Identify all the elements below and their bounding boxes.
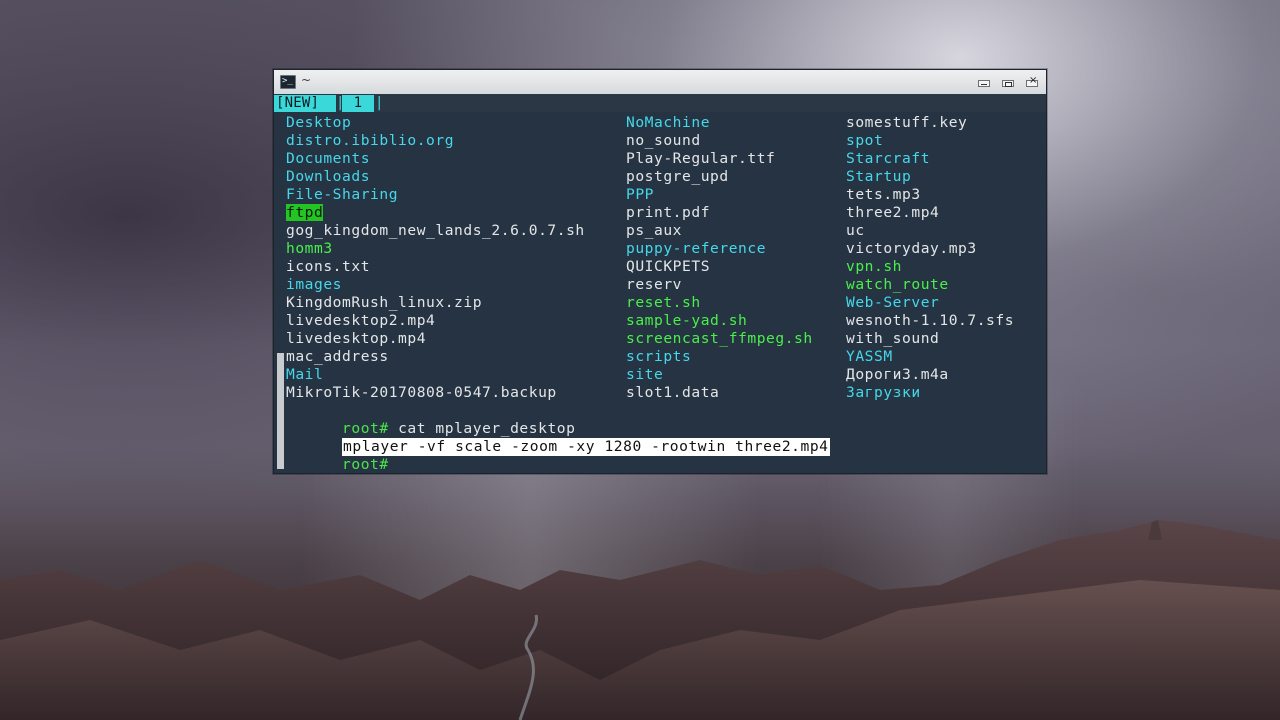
listing-entry: File-Sharing <box>286 186 399 203</box>
listing-entry: slot1.data <box>626 384 720 401</box>
listing-column-3: somestuff.key spot Starcraft Startup tets.mp… <box>846 114 1014 402</box>
listing-entry: Web-Server <box>846 294 940 311</box>
listing-entry: somestuff.key <box>846 114 968 131</box>
listing-entry: victoryday.mp3 <box>846 240 977 257</box>
listing-entry: Play-Regular.ttf <box>626 150 776 167</box>
tab-new[interactable]: [NEW] <box>274 95 336 112</box>
listing-entry: ps_aux <box>626 222 683 239</box>
listing-entry: with_sound <box>846 330 940 347</box>
listing-entry: Downloads <box>286 168 371 185</box>
listing-column-1: Desktop distro.ibiblio.org Documents Downlo… <box>286 114 585 402</box>
selected-output-text[interactable]: mplayer -vf scale -zoom -xy 1280 -rootwi… <box>342 438 830 456</box>
terminal-icon: >_ <box>280 75 296 89</box>
terminal-window[interactable]: >_ ~ [NEW] | 1 | Desktopdistro.ibiblio.o… <box>273 69 1047 474</box>
listing-entry: PPP <box>626 186 655 203</box>
listing-entry: sample-yad.sh <box>626 312 748 329</box>
listing-entry: ftpd <box>286 204 324 221</box>
shell-prompt-active: root# <box>342 456 389 473</box>
listing-entry: Starcraft <box>846 150 931 167</box>
listing-entry: livedesktop.mp4 <box>286 330 427 347</box>
listing-entry: livedesktop2.mp4 <box>286 312 436 329</box>
listing-entry: scripts <box>626 348 692 365</box>
listing-entry: puppy-reference <box>626 240 767 257</box>
listing-entry: Загрузки <box>846 384 921 401</box>
listing-entry: homm3 <box>286 240 333 257</box>
listing-entry: watch_route <box>846 276 949 293</box>
listing-entry: Documents <box>286 150 371 167</box>
listing-entry: uc <box>846 222 865 239</box>
listing-entry: NoMachine <box>626 114 711 131</box>
window-titlebar[interactable]: >_ ~ <box>274 70 1046 95</box>
listing-entry: images <box>286 276 343 293</box>
active-prompt-line[interactable]: root# <box>286 438 408 473</box>
tab-separator: | <box>375 95 384 111</box>
text-cursor <box>398 456 408 472</box>
listing-entry: KingdomRush_linux.zip <box>286 294 483 311</box>
listing-entry: vpn.sh <box>846 258 903 275</box>
listing-entry: distro.ibiblio.org <box>286 132 455 149</box>
listing-entry: gog_kingdom_new_lands_2.6.0.7.sh <box>286 222 585 239</box>
terminal-scrollbar[interactable] <box>277 353 284 469</box>
listing-column-2: NoMachine no_sound Play-Regular.ttf postgre… <box>626 114 813 402</box>
listing-entry: three2.mp4 <box>846 204 940 221</box>
tab-bar: [NEW] | 1 | <box>274 94 1046 112</box>
listing-entry: spot <box>846 132 884 149</box>
listing-entry: Mail <box>286 366 324 383</box>
listing-entry: reserv <box>626 276 683 293</box>
maximize-icon[interactable] <box>1002 80 1014 87</box>
listing-entry: site <box>626 366 664 383</box>
listing-entry: Startup <box>846 168 912 185</box>
window-title: ~ <box>301 73 312 87</box>
listing-entry: Desktop <box>286 114 352 131</box>
listing-entry: MikroTik-20170808-0547.backup <box>286 384 557 401</box>
close-icon[interactable] <box>1026 75 1038 87</box>
listing-entry: reset.sh <box>626 294 701 311</box>
listing-entry: QUICKPETS <box>626 258 711 275</box>
listing-entry: mac_address <box>286 348 389 365</box>
listing-entry: YASSM <box>846 348 893 365</box>
tab-1[interactable]: 1 <box>342 95 374 112</box>
minimize-icon[interactable] <box>978 80 990 87</box>
listing-entry: postgre_upd <box>626 168 729 185</box>
terminal-output[interactable]: Desktop distro.ibiblio.org Documents Downlo… <box>286 112 1036 473</box>
listing-entry: tets.mp3 <box>846 186 921 203</box>
listing-entry: no_sound <box>626 132 701 149</box>
listing-entry: icons.txt <box>286 258 371 275</box>
listing-entry: screencast_ffmpeg.sh <box>626 330 813 347</box>
listing-entry: wesnoth-1.10.7.sfs <box>846 312 1015 329</box>
listing-entry: print.pdf <box>626 204 711 221</box>
listing-entry: Дороги3.m4a <box>846 366 949 383</box>
